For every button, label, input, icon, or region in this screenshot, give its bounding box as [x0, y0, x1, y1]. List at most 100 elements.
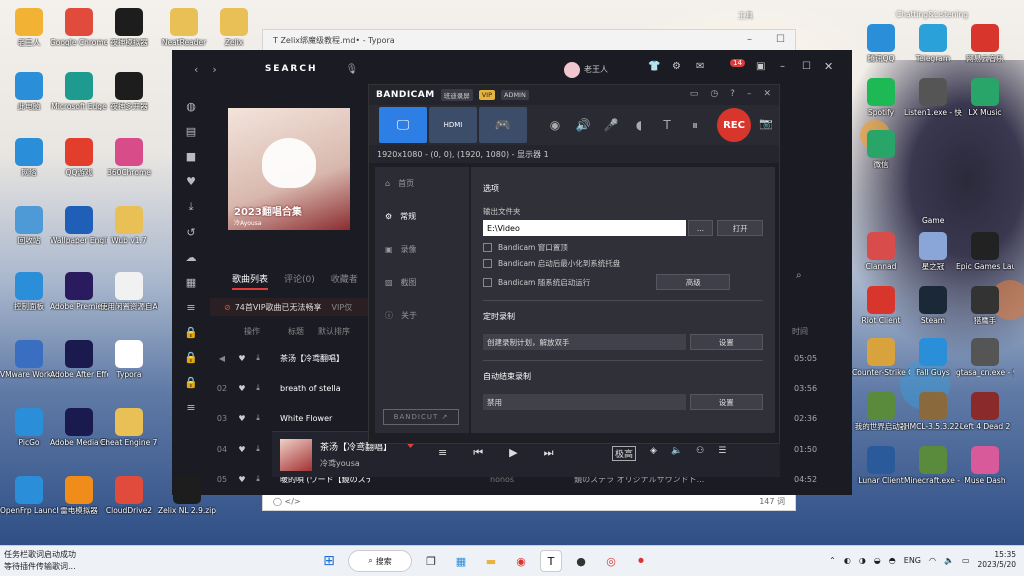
- desktop-icon[interactable]: 星之冠: [904, 232, 962, 271]
- typora-titlebar[interactable]: T Zelix绑魔级教程.md• - Typora: [263, 30, 795, 50]
- task-view-icon[interactable]: ❐: [420, 550, 442, 572]
- song-title[interactable]: breath of stella: [280, 384, 370, 393]
- minimize-icon[interactable]: –: [747, 34, 752, 45]
- start-icon[interactable]: ⊞: [318, 550, 340, 572]
- desktop-icon[interactable]: Clannad: [852, 232, 910, 271]
- desktop-icon[interactable]: Left 4 Dead 2: [956, 392, 1014, 431]
- desktop-icon[interactable]: Zelix: [205, 8, 263, 47]
- effects-icon[interactable]: ◈: [650, 446, 657, 461]
- desktop-icon[interactable]: Fall Guys: [904, 338, 962, 377]
- close-icon[interactable]: ✕: [763, 89, 771, 99]
- netease-music-icon[interactable]: ◎: [600, 550, 622, 572]
- record-button[interactable]: REC: [717, 108, 751, 142]
- song-title[interactable]: White Flower: [280, 414, 370, 423]
- desktop-icon[interactable]: CloudDrive2: [100, 476, 158, 515]
- desktop-icon[interactable]: Epic Games Launcher: [956, 232, 1014, 271]
- globe-icon[interactable]: ◍: [186, 100, 196, 113]
- now-playing-cover[interactable]: [280, 438, 312, 471]
- chrome-icon[interactable]: ◉: [510, 550, 532, 572]
- desktop-icon[interactable]: 我的世界启动器: [852, 392, 910, 431]
- desktop-icon[interactable]: Spotify: [852, 78, 910, 117]
- like-icon[interactable]: ♥: [234, 414, 250, 423]
- desktop-icon[interactable]: Minecraft.exe - 快捷方式: [904, 446, 962, 485]
- language-indicator[interactable]: ENG: [904, 556, 921, 565]
- minimize-icon[interactable]: –: [747, 89, 752, 99]
- desktop-icon[interactable]: 微信: [852, 130, 910, 169]
- folder-label-tools[interactable]: 工具: [738, 10, 753, 21]
- download-icon[interactable]: ⤓: [250, 353, 266, 363]
- taskbar-search[interactable]: ⌕ 搜索: [348, 550, 412, 572]
- desktop-icon[interactable]: gtasa_cn.exe - 快捷方式: [956, 338, 1014, 377]
- app-icon[interactable]: ●: [570, 550, 592, 572]
- desktop-icon[interactable]: Zelix NL 2.9.zip: [158, 476, 216, 515]
- nav-screenshot[interactable]: ▨ 截图: [375, 266, 469, 299]
- text-icon[interactable]: T: [653, 118, 681, 132]
- webcam-icon[interactable]: ◉: [541, 118, 569, 132]
- desktop-icon[interactable]: Listen1.exe - 快捷方式: [904, 78, 962, 117]
- playlist-mode-icon[interactable]: ≡: [438, 446, 447, 460]
- album-cover[interactable]: 2023翻唱合集 冷Ayousa: [228, 108, 350, 230]
- search-box[interactable]: SEARCH: [265, 64, 318, 74]
- download-icon[interactable]: ⤓: [250, 383, 266, 393]
- song-title[interactable]: 茶汤【冷鸢翻唱】: [280, 353, 370, 364]
- volume-icon[interactable]: 🔈: [944, 556, 954, 565]
- tray-app-icon[interactable]: ◒: [874, 556, 881, 565]
- tray-app-icon[interactable]: ◐: [844, 556, 851, 565]
- mic-icon[interactable]: 🎙: [345, 64, 358, 75]
- tab-comments[interactable]: 评论(0): [284, 272, 315, 290]
- speaker-icon[interactable]: 🔊: [569, 118, 597, 132]
- widgets-icon[interactable]: ▦: [450, 550, 472, 572]
- checkbox-always-on-top[interactable]: Bandicam 窗口置顶: [483, 242, 763, 253]
- queue-icon[interactable]: ☰: [718, 446, 726, 461]
- playlist-icon[interactable]: ≡: [186, 301, 195, 314]
- mail-icon[interactable]: ✉: [696, 61, 704, 72]
- typora-footer-left[interactable]: ◯ </>: [273, 497, 301, 506]
- desktop-icon[interactable]: Telegram: [904, 24, 962, 63]
- nav-video[interactable]: ▣ 录像: [375, 233, 469, 266]
- desktop-icon[interactable]: 360Chrome: [100, 138, 158, 177]
- tray-app-icon[interactable]: ◑: [859, 556, 866, 565]
- tray-app-icon[interactable]: ◓: [889, 556, 896, 565]
- hdmi-mode-button[interactable]: HDMI: [429, 107, 477, 143]
- desktop-icon[interactable]: Wub v1.7: [100, 206, 158, 245]
- desktop-icon[interactable]: LX Music: [956, 78, 1014, 117]
- tab-songs[interactable]: 歌曲列表: [232, 272, 269, 290]
- folder-label-game[interactable]: Game: [922, 216, 944, 225]
- share-icon[interactable]: ⚇: [696, 446, 704, 461]
- download-icon[interactable]: ⤓: [250, 413, 266, 423]
- maximize-icon[interactable]: ☐: [802, 61, 811, 72]
- like-icon[interactable]: ♥: [234, 384, 250, 393]
- advanced-button[interactable]: 高级: [656, 274, 731, 290]
- forward-icon[interactable]: ›: [212, 63, 216, 76]
- heart-icon[interactable]: ♥: [186, 175, 196, 188]
- file-explorer-icon[interactable]: ▬: [480, 550, 502, 572]
- desktop-icon[interactable]: 夜神多开器: [100, 72, 158, 111]
- username[interactable]: 老王人: [584, 64, 608, 75]
- battery-icon[interactable]: ▭: [962, 556, 970, 565]
- browse-button[interactable]: ...: [687, 220, 714, 236]
- folder-icon[interactable]: ▭: [690, 89, 699, 99]
- lock-icon[interactable]: 🔒: [184, 326, 198, 339]
- timer-settings-button[interactable]: 设置: [689, 334, 763, 350]
- folder-label-chatting[interactable]: Chatting&Listening: [896, 10, 968, 19]
- like-icon[interactable]: ♥: [234, 475, 250, 484]
- desktop-icon[interactable]: Muse Dash: [956, 446, 1014, 485]
- resolution-bar[interactable]: 1920x1080 - (0, 0), (1920, 1080) - 显示器 1: [369, 145, 779, 163]
- desktop-icon[interactable]: HMCL-3.5.3.224.exe -...: [904, 392, 962, 431]
- bandicam-window[interactable]: BANDICAM 班迪录屏 VIP ADMIN ▭ ◷ ? – ✕ 🖵 HDMI…: [368, 84, 780, 444]
- bandicam-icon[interactable]: ⏺: [630, 550, 652, 572]
- history-icon[interactable]: ↺: [186, 226, 195, 239]
- bandicut-button[interactable]: BANDICUT ↗: [383, 409, 459, 425]
- nav-about[interactable]: ⓘ 关于: [375, 299, 469, 332]
- minimize-icon[interactable]: –: [780, 61, 785, 72]
- maximize-icon[interactable]: ☐: [776, 34, 785, 45]
- now-playing-artist[interactable]: 冷鸢yousa: [320, 458, 360, 469]
- avatar[interactable]: [564, 62, 580, 78]
- output-folder-input[interactable]: E:\Video: [483, 220, 686, 236]
- nav-general[interactable]: ⚙ 常规: [375, 200, 469, 233]
- checkbox[interactable]: [483, 259, 492, 268]
- download-icon[interactable]: ⤓: [189, 200, 194, 214]
- checkbox[interactable]: [483, 243, 492, 252]
- checkbox-minimize-tray[interactable]: Bandicam 启动后最小化到系统托盘: [483, 258, 763, 269]
- tab-collectors[interactable]: 收藏者: [331, 272, 358, 290]
